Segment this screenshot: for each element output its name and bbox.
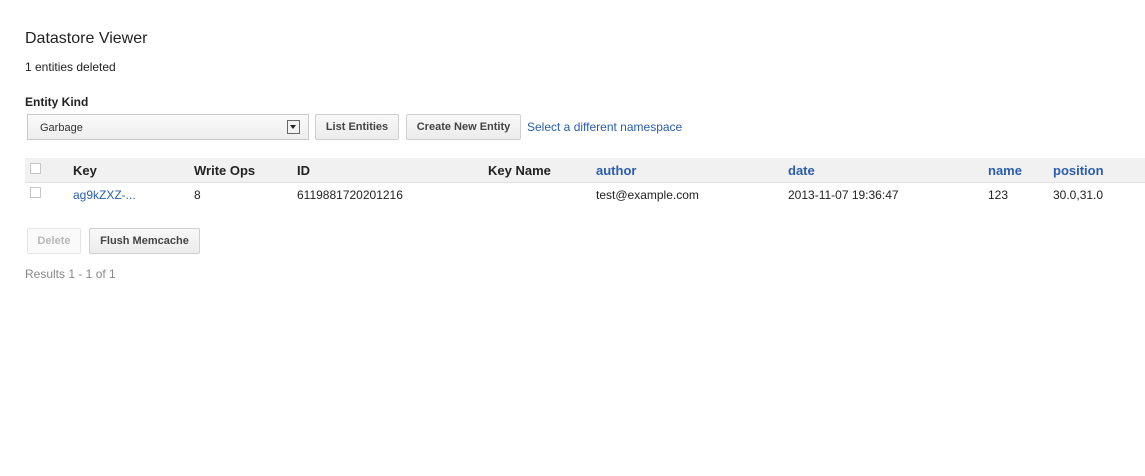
select-all-checkbox[interactable] <box>30 163 41 174</box>
column-header-write-ops: Write Ops <box>194 163 256 178</box>
table-header <box>25 158 1145 183</box>
page-title: Datastore Viewer <box>25 30 148 47</box>
row-key-link[interactable]: ag9kZXZ-... <box>73 188 136 202</box>
select-namespace-link[interactable]: Select a different namespace <box>527 120 682 134</box>
entity-kind-label: Entity Kind <box>25 95 89 109</box>
create-new-entity-button[interactable]: Create New Entity <box>406 114 521 140</box>
row-position: 30.0,31.0 <box>1053 188 1104 202</box>
entity-kind-selected-value: Garbage <box>40 122 83 134</box>
datastore-viewer-page: Datastore Viewer 1 entities deleted Enti… <box>0 0 1145 476</box>
row-name: 123 <box>988 188 1009 202</box>
column-header-author[interactable]: author <box>596 163 636 178</box>
entity-kind-select[interactable]: Garbage <box>27 114 309 140</box>
row-write-ops: 8 <box>194 188 201 202</box>
chevron-down-icon[interactable] <box>287 120 300 134</box>
column-header-id: ID <box>297 163 310 178</box>
row-author: test@example.com <box>596 188 699 202</box>
column-header-name[interactable]: name <box>988 163 1022 178</box>
status-message: 1 entities deleted <box>25 60 116 74</box>
results-summary: Results 1 - 1 of 1 <box>25 267 116 281</box>
column-header-key-name: Key Name <box>488 163 551 178</box>
row-date: 2013-11-07 19:36:47 <box>788 188 899 202</box>
list-entities-button[interactable]: List Entities <box>315 114 399 140</box>
delete-button[interactable]: Delete <box>27 228 81 254</box>
column-header-date[interactable]: date <box>788 163 815 178</box>
column-header-position[interactable]: position <box>1053 163 1104 178</box>
column-header-key: Key <box>73 163 97 178</box>
row-id: 6119881720201216 <box>297 188 403 202</box>
row-select-checkbox[interactable] <box>30 187 41 198</box>
flush-memcache-button[interactable]: Flush Memcache <box>89 228 200 254</box>
